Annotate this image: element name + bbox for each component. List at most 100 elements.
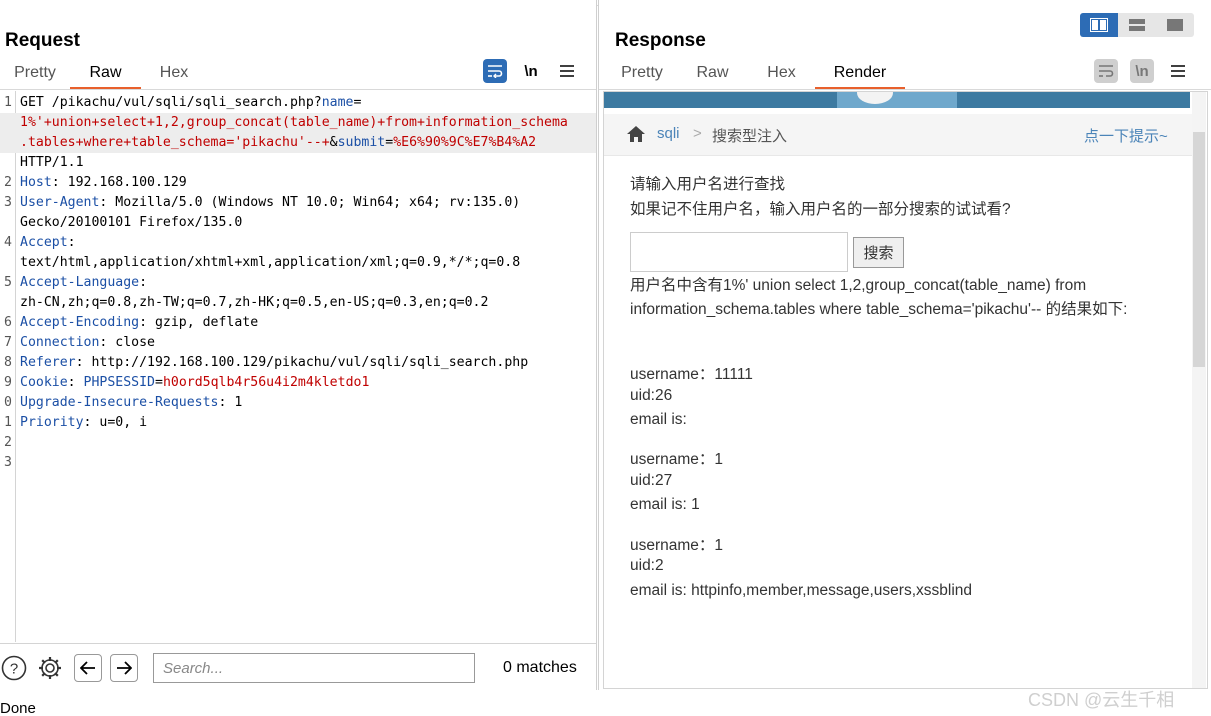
code-line[interactable]: 6 Accept-Encoding: gzip, deflate <box>0 313 596 333</box>
rows-icon <box>1129 19 1145 31</box>
match-count: 0 matches <box>503 659 577 676</box>
tab-raw[interactable]: Raw <box>677 60 748 89</box>
request-pane: Request Pretty Raw Hex \n 1 GET /pikachu/… <box>0 0 597 690</box>
line-number: 2 <box>4 435 12 450</box>
result-intro: 用户名中含有1%' union select 1,2,group_concat(… <box>630 277 1128 318</box>
result-3-uid: uid:2 <box>630 557 664 574</box>
code-text: : close <box>99 335 155 350</box>
code-line[interactable]: zh-CN,zh;q=0.8,zh-TW;q=0.7,zh-HK;q=0.5,e… <box>0 293 596 313</box>
line-number: 7 <box>4 335 12 350</box>
hamburger-menu-icon[interactable] <box>555 59 579 83</box>
line-number: 2 <box>4 175 12 190</box>
request-editor[interactable]: 1 GET /pikachu/vul/sqli/sqli_search.php?n… <box>0 91 596 642</box>
hamburger-menu-icon[interactable] <box>1166 59 1190 83</box>
line-text: Cookie: PHPSESSID=h0ord5qlb4r56u4i2m4kle… <box>20 373 369 393</box>
search-input[interactable] <box>153 653 475 683</box>
code-line[interactable]: 4 Accept: <box>0 233 596 253</box>
line-text: text/html,application/xhtml+xml,applicat… <box>20 253 520 273</box>
line-text: Accept-Encoding: gzip, deflate <box>20 313 258 333</box>
code-line[interactable]: Gecko/20100101 Firefox/135.0 <box>0 213 596 233</box>
code-line[interactable]: text/html,application/xhtml+xml,applicat… <box>0 253 596 273</box>
header-key: Accept-Encoding <box>20 315 140 330</box>
side-by-side-layout-button[interactable] <box>1080 13 1118 37</box>
line-text: Gecko/20100101 Firefox/135.0 <box>20 213 242 233</box>
code-text: Gecko/20100101 Firefox/135.0 <box>20 215 243 230</box>
tab-hex[interactable]: Hex <box>748 60 815 89</box>
line-number: 9 <box>4 375 12 390</box>
tab-pretty[interactable]: Pretty <box>0 60 70 89</box>
home-icon[interactable] <box>626 125 646 143</box>
request-code[interactable]: 1 GET /pikachu/vul/sqli/sqli_search.php?n… <box>0 93 596 473</box>
header-key: User-Agent <box>20 195 100 210</box>
username-search-input[interactable] <box>630 232 848 272</box>
word-wrap-icon[interactable] <box>1094 59 1118 83</box>
tab-pretty[interactable]: Pretty <box>607 60 677 89</box>
code-line[interactable]: 1%'+union+select+1,2,group_concat(table_… <box>0 113 596 133</box>
word-wrap-icon[interactable] <box>483 59 507 83</box>
code-line[interactable]: 3 User-Agent: Mozilla/5.0 (Windows NT 10.… <box>0 193 596 213</box>
code-line[interactable]: 5 Accept-Language: <box>0 273 596 293</box>
code-line[interactable]: 9 Cookie: PHPSESSID=h0ord5qlb4r56u4i2m4kl… <box>0 373 596 393</box>
breadcrumb-current: 搜索型注入 <box>712 128 788 145</box>
code-line[interactable]: 1 Priority: u=0, i <box>0 413 596 433</box>
code-line[interactable]: 1 GET /pikachu/vul/sqli/sqli_search.php?n… <box>0 93 596 113</box>
param-value: .tables+where+table_schema='pikachu'--+ <box>20 135 330 150</box>
result-2-email: email is: 1 <box>630 496 700 513</box>
code-text: : Mozilla/5.0 (Windows NT 10.0; Win64; x… <box>99 195 521 210</box>
code-text: : http://192.168.100.129/pikachu/vul/sql… <box>75 355 529 370</box>
single-pane-icon <box>1167 19 1183 31</box>
tab-hex[interactable]: Hex <box>141 60 207 89</box>
settings-gear-icon[interactable] <box>36 654 64 682</box>
code-text: : gzip, deflate <box>139 315 259 330</box>
hint-link[interactable]: 点一下提示~ <box>1084 125 1168 146</box>
columns-icon <box>1090 18 1108 32</box>
param-value: %E6%90%9C%E7%B4%A2 <box>393 135 537 150</box>
watermark: CSDN @云生千相 <box>1028 690 1175 710</box>
result-3-username: username：1 <box>630 537 724 554</box>
header-key: Upgrade-Insecure-Requests <box>20 395 219 410</box>
help-icon[interactable]: ? <box>0 654 28 682</box>
previous-match-button[interactable] <box>74 654 102 682</box>
code-line[interactable]: 3 <box>0 453 596 473</box>
tab-raw[interactable]: Raw <box>70 60 141 89</box>
render-scrollbar-thumb[interactable] <box>1193 132 1205 367</box>
header-key: Priority <box>20 415 84 430</box>
code-line[interactable]: .tables+where+table_schema='pikachu'--+&… <box>0 133 596 153</box>
line-number: 8 <box>4 355 12 370</box>
code-line[interactable]: 2 <box>0 433 596 453</box>
tabs-layout-button[interactable] <box>1156 13 1194 37</box>
site-banner <box>604 92 1190 108</box>
search-subprompt: 如果记不住用户名，输入用户名的一部分搜索的试试看? <box>630 201 1011 218</box>
header-key: Referer <box>20 355 76 370</box>
line-text: Connection: close <box>20 333 155 353</box>
search-submit-button[interactable]: 搜索 <box>853 237 904 268</box>
code-line[interactable]: HTTP/1.1 <box>0 153 596 173</box>
header-key: submit <box>337 135 386 150</box>
code-line[interactable]: 0 Upgrade-Insecure-Requests: 1 <box>0 393 596 413</box>
line-number: 1 <box>4 95 12 110</box>
header-key: Accept-Language <box>20 275 140 290</box>
result-2-username: username：1 <box>630 451 724 468</box>
arrow-left-icon <box>80 661 95 675</box>
code-line[interactable]: 8 Referer: http://192.168.100.129/pikachu… <box>0 353 596 373</box>
show-newlines-icon[interactable]: \n <box>1130 59 1154 83</box>
show-newlines-icon[interactable]: \n <box>519 59 543 83</box>
response-tabs: Pretty Raw Hex Render <box>607 60 905 89</box>
line-text: User-Agent: Mozilla/5.0 (Windows NT 10.0… <box>20 193 520 213</box>
code-text: text/html,application/xhtml+xml,applicat… <box>20 255 521 270</box>
line-number: 0 <box>4 395 12 410</box>
breadcrumb-link-sqli[interactable]: sqli <box>657 125 680 142</box>
line-text: GET /pikachu/vul/sqli/sqli_search.php?na… <box>20 93 361 113</box>
code-line[interactable]: 7 Connection: close <box>0 333 596 353</box>
header-key: Connection <box>20 335 100 350</box>
top-bottom-layout-button[interactable] <box>1118 13 1156 37</box>
line-text: Upgrade-Insecure-Requests: 1 <box>20 393 242 413</box>
next-match-button[interactable] <box>110 654 138 682</box>
line-number: 5 <box>4 275 12 290</box>
code-line[interactable]: 2 Host: 192.168.100.129 <box>0 173 596 193</box>
rendered-page: sqli > 搜索型注入 点一下提示~ 请输入用户名进行查找 如果记不住用户名，… <box>603 91 1208 689</box>
tab-render[interactable]: Render <box>815 60 905 89</box>
code-text: = <box>385 135 394 150</box>
line-number: 3 <box>4 455 12 470</box>
line-text: Referer: http://192.168.100.129/pikachu/… <box>20 353 528 373</box>
